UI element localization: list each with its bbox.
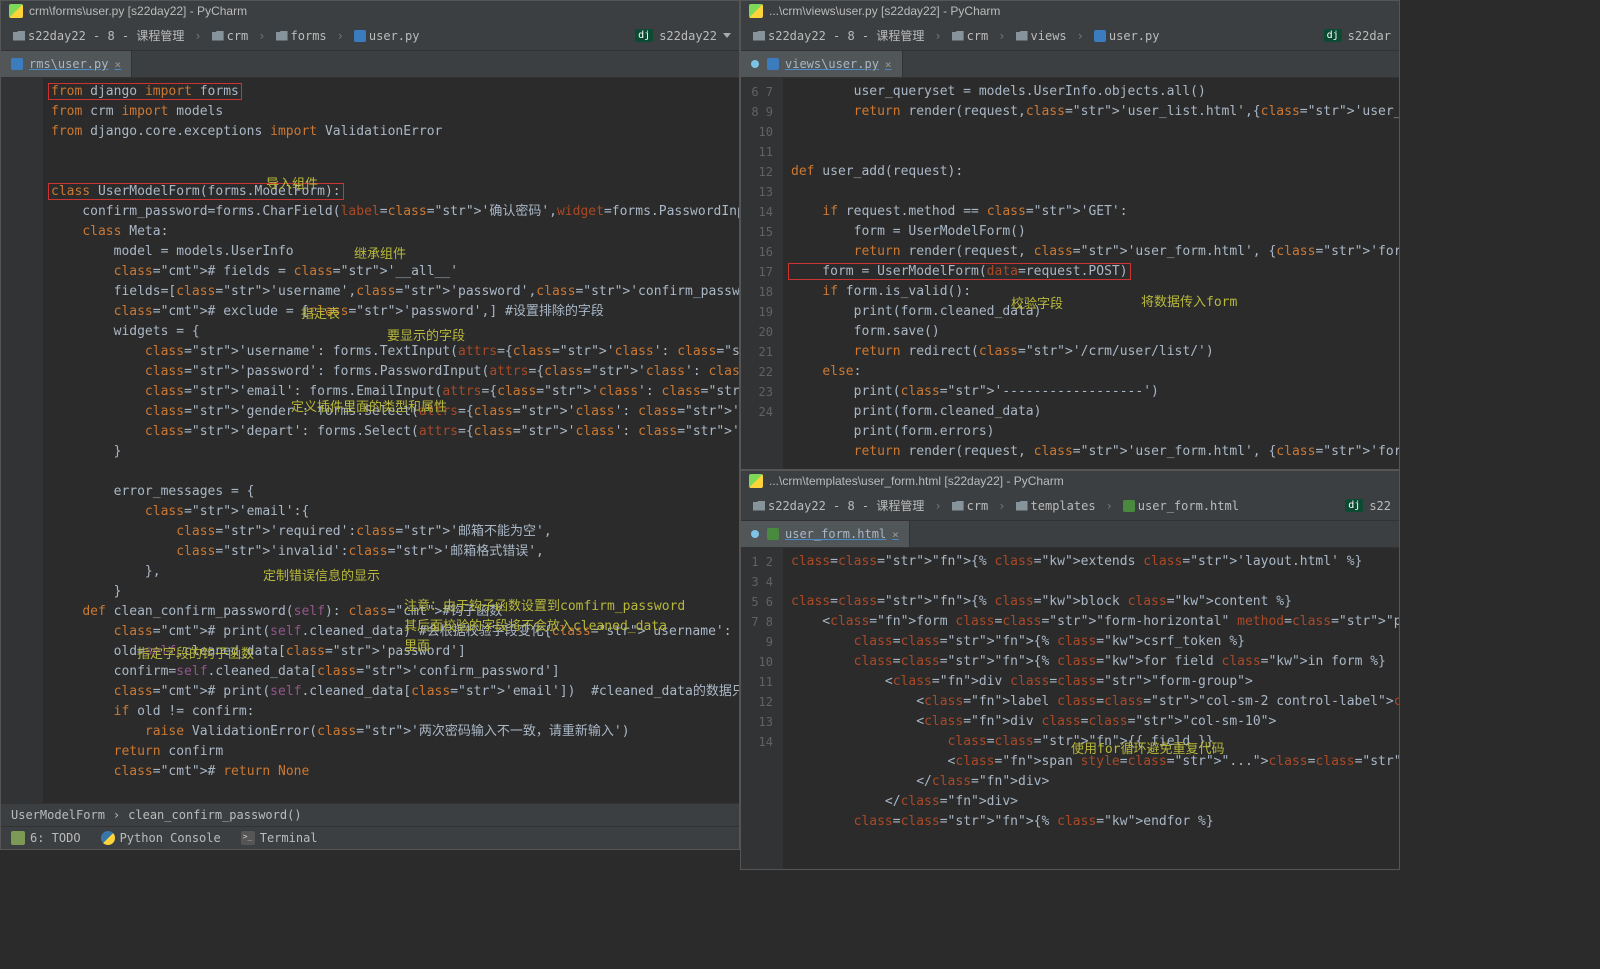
run-config[interactable]: dj s22day22 (635, 29, 731, 43)
annotation: 校验字段 (1011, 293, 1063, 312)
annotation: 指定表 (301, 303, 340, 322)
right-bottom-pycharm-window: ...\crm\templates\user_form.html [s22day… (740, 470, 1400, 870)
breadcrumbs: s22day22 - 8 - 课程管理 crm views user.py dj… (741, 21, 1399, 51)
django-icon: dj (635, 29, 653, 42)
html-file-icon (767, 528, 779, 540)
close-icon[interactable]: × (885, 58, 892, 71)
line-gutter (1, 78, 43, 803)
annotation: 其后面校验的字段将不会放入cleaned_data (404, 615, 667, 634)
folder-icon (1016, 31, 1028, 41)
chevron-down-icon (723, 33, 731, 38)
terminal-tool[interactable]: Terminal (241, 831, 318, 845)
bc-project[interactable]: s22day22 - 8 - 课程管理 (9, 25, 188, 46)
code-editor[interactable]: 1 2 3 4 5 6 7 8 9 10 11 12 13 14 class=c… (741, 548, 1399, 869)
bc-file[interactable]: user.py (1090, 27, 1164, 45)
breadcrumbs: s22day22 - 8 - 课程管理 crm templates user_f… (741, 491, 1399, 521)
annotation: 注意：由于钩子函数设置到comfirm_password (404, 595, 685, 614)
titlebar: ...\crm\views\user.py [s22day22] - PyCha… (741, 1, 1399, 21)
breadcrumbs: s22day22 - 8 - 课程管理 crm forms user.py dj… (1, 21, 739, 51)
folder-icon (952, 501, 964, 511)
window-title: ...\crm\views\user.py [s22day22] - PyCha… (769, 4, 1000, 18)
code-body[interactable]: class=class="str">"fn">{% class="kw">ext… (783, 548, 1399, 869)
pycharm-icon (749, 474, 763, 488)
annotation: 继承组件 (354, 243, 406, 262)
annotation: 里面 (404, 635, 430, 654)
window-title: ...\crm\templates\user_form.html [s22day… (769, 474, 1064, 488)
folder-icon (13, 31, 25, 41)
tabbar: rms\user.py × (1, 51, 739, 78)
titlebar: ...\crm\templates\user_form.html [s22day… (741, 471, 1399, 491)
tool-window-bar: 6: TODO Python Console Terminal (1, 826, 739, 849)
code-editor[interactable]: 6 7 8 9 10 11 12 13 14 15 16 17 18 19 20… (741, 78, 1399, 469)
bc-views[interactable]: views (1012, 27, 1071, 45)
folder-icon (952, 31, 964, 41)
annotation: 将数据传入form (1141, 291, 1237, 310)
python-file-icon (11, 58, 23, 70)
bc-templates[interactable]: templates (1012, 497, 1100, 515)
run-config[interactable]: dj s22dar (1324, 29, 1391, 43)
annotation: 指定字段的钩子函数 (137, 643, 254, 662)
django-icon: dj (1324, 29, 1342, 42)
editor-tab[interactable]: rms\user.py × (1, 51, 132, 77)
python-file-icon (767, 58, 779, 70)
bc-forms[interactable]: forms (272, 27, 331, 45)
titlebar: crm\forms\user.py [s22day22] - PyCharm (1, 1, 739, 21)
code-body[interactable]: from django import forms from crm import… (43, 78, 739, 803)
annotation: 定义插件里面的类型和属性 (291, 396, 447, 415)
tabbar: views\user.py × (741, 51, 1399, 78)
tabbar: user_form.html × (741, 521, 1399, 548)
annotation: 导入组件 (266, 173, 318, 192)
bc-file[interactable]: user_form.html (1119, 497, 1243, 515)
django-icon: dj (1345, 499, 1363, 512)
folder-icon (276, 31, 288, 41)
bc-file[interactable]: user.py (350, 27, 424, 45)
folder-icon (1016, 501, 1028, 511)
close-icon[interactable]: × (114, 58, 121, 71)
folder-icon (753, 31, 765, 41)
structure-breadcrumb[interactable]: UserModelForm › clean_confirm_password() (1, 803, 739, 826)
modified-dot-icon (751, 530, 759, 538)
pycharm-icon (749, 4, 763, 18)
line-gutter: 6 7 8 9 10 11 12 13 14 15 16 17 18 19 20… (741, 78, 783, 469)
python-file-icon (1094, 30, 1106, 42)
window-title: crm\forms\user.py [s22day22] - PyCharm (29, 4, 247, 18)
editor-tab[interactable]: user_form.html × (741, 521, 910, 547)
bc-crm[interactable]: crm (208, 27, 253, 45)
bc-project[interactable]: s22day22 - 8 - 课程管理 (749, 495, 928, 516)
right-top-pycharm-window: ...\crm\views\user.py [s22day22] - PyCha… (740, 0, 1400, 470)
terminal-icon (241, 831, 255, 845)
annotation: 定制错误信息的显示 (263, 565, 380, 584)
html-file-icon (1123, 500, 1135, 512)
close-icon[interactable]: × (892, 528, 899, 541)
code-editor[interactable]: from django import forms from crm import… (1, 78, 739, 803)
code-body[interactable]: user_queryset = models.UserInfo.objects.… (783, 78, 1399, 469)
line-gutter: 1 2 3 4 5 6 7 8 9 10 11 12 13 14 (741, 548, 783, 869)
folder-icon (753, 501, 765, 511)
bc-crm[interactable]: crm (948, 27, 993, 45)
pycharm-icon (9, 4, 23, 18)
annotation: 要显示的字段 (387, 325, 465, 344)
annotation: 使用for循环避免重复代码 (1071, 738, 1224, 757)
bc-crm[interactable]: crm (948, 497, 993, 515)
bc-project[interactable]: s22day22 - 8 - 课程管理 (749, 25, 928, 46)
python-file-icon (354, 30, 366, 42)
modified-dot-icon (751, 60, 759, 68)
run-config[interactable]: dj s22 (1345, 499, 1391, 513)
todo-tool[interactable]: 6: TODO (11, 831, 81, 845)
editor-tab[interactable]: views\user.py × (741, 51, 903, 77)
python-console-tool[interactable]: Python Console (101, 831, 221, 845)
python-icon (101, 831, 115, 845)
left-pycharm-window: crm\forms\user.py [s22day22] - PyCharm s… (0, 0, 740, 850)
todo-icon (11, 831, 25, 845)
folder-icon (212, 31, 224, 41)
